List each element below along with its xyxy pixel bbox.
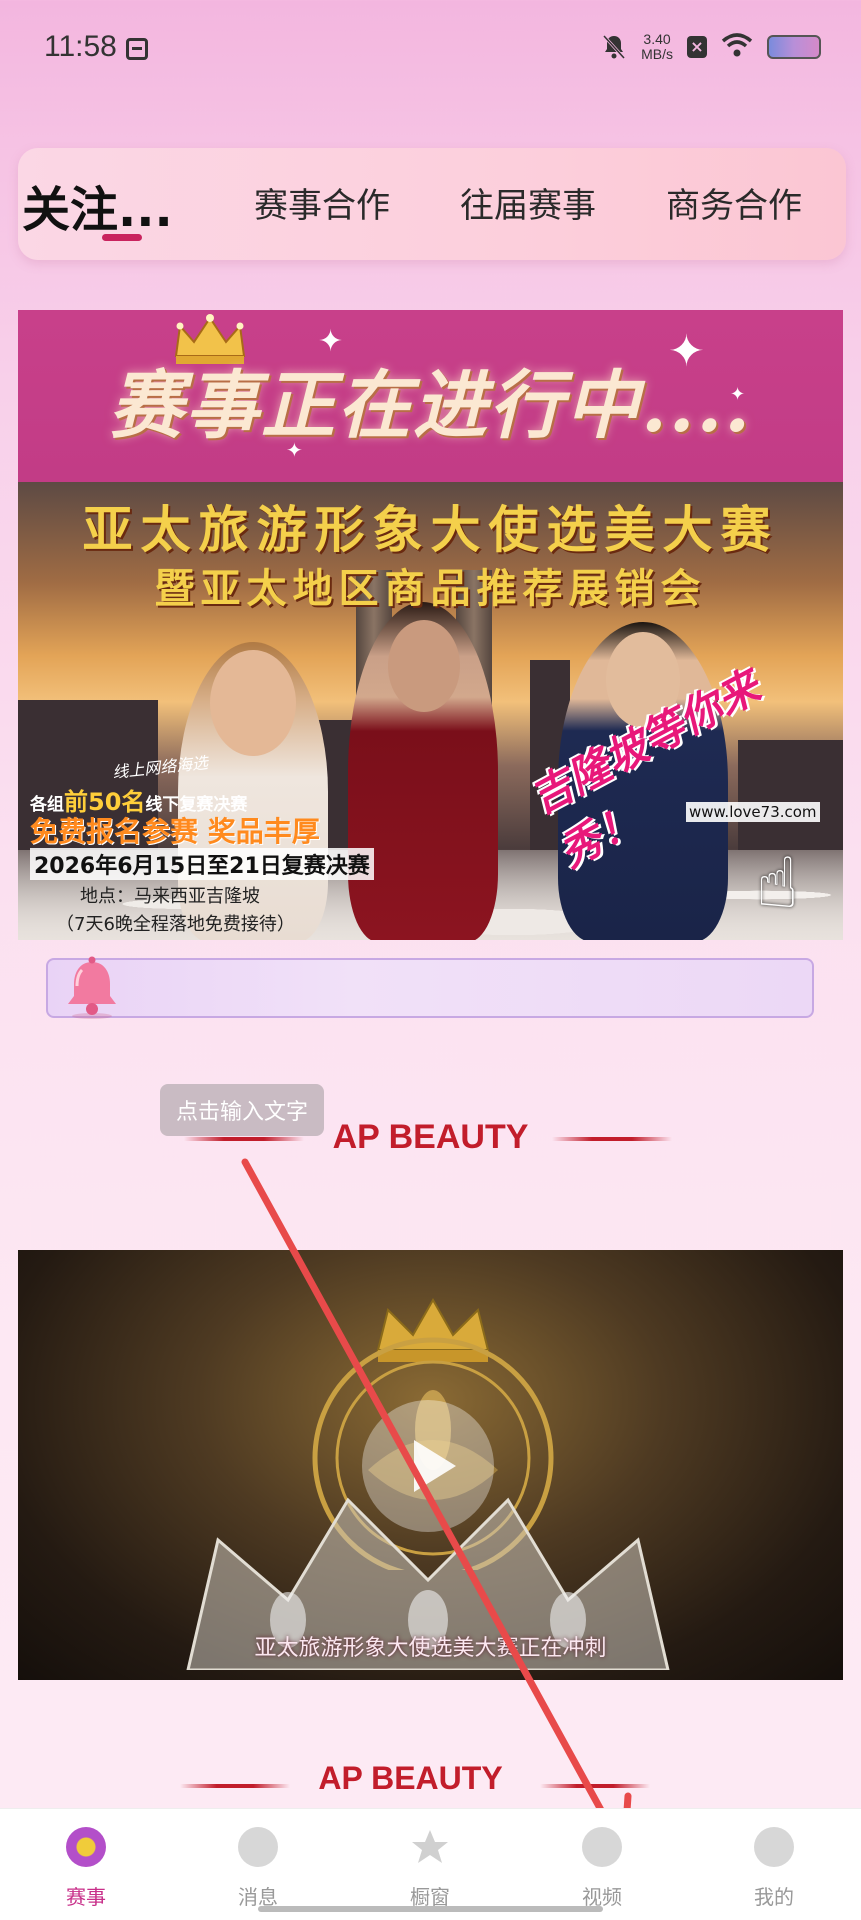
bottom-nav: 赛事 消息 橱窗 视频 我的 <box>0 1808 861 1920</box>
model-center-face <box>388 620 460 712</box>
battery-icon <box>767 35 821 59</box>
banner-photo-title-2: 暨亚太地区商品推荐展销会 <box>154 565 707 612</box>
net-speed-value: 3.40 <box>643 31 671 47</box>
promo-location: 地点：马来西亚吉隆坡 <box>80 886 260 907</box>
nav-item-events[interactable]: 赛事 <box>0 1809 172 1920</box>
tab-follow[interactable]: 关注... <box>22 170 173 240</box>
video-caption: 亚太旅游形象大使选美大赛正在冲刺 <box>254 1636 607 1661</box>
nav-label-events: 赛事 <box>66 1885 106 1909</box>
notice-bar[interactable] <box>46 956 814 1019</box>
hand-pointer-icon: ☝ <box>756 842 799 924</box>
net-speed-unit: MB/s <box>641 46 673 62</box>
nav-item-showcase[interactable]: 橱窗 <box>344 1809 516 1920</box>
star-badge-icon <box>66 1827 106 1867</box>
section-heading-1: AP BEAUTY <box>332 1118 529 1156</box>
film-reel-icon <box>582 1827 622 1867</box>
nav-item-profile[interactable]: 我的 <box>688 1809 860 1920</box>
network-speed: 3.40 MB/s <box>641 32 673 62</box>
promo-free-signup: 免费报名参赛 奖品丰厚 <box>30 815 320 848</box>
promo-hosting: （7天6晚全程落地免费接待） <box>56 914 295 935</box>
tab-event-cooperation[interactable]: 赛事合作 <box>254 178 390 227</box>
input-hint-tooltip[interactable]: 点击输入文字 <box>160 1084 325 1136</box>
promo-dates: 2026年6月15日至21日复赛决赛 <box>30 848 374 880</box>
event-banner[interactable]: ✦ ✦ ✦ ✦ ✦ 赛事正在进行中.... 亚太旅游形象大使选美大赛 暨亚太地区… <box>18 310 843 940</box>
home-indicator[interactable] <box>258 1906 603 1912</box>
active-tab-indicator <box>102 234 142 241</box>
nav-item-video[interactable]: 视频 <box>516 1809 688 1920</box>
sim-card-icon <box>126 38 148 60</box>
wifi-icon <box>721 32 753 62</box>
banner-header: ✦ ✦ ✦ ✦ ✦ 赛事正在进行中.... <box>18 310 843 482</box>
bell-icon <box>68 956 116 1019</box>
tab-past-events[interactable]: 往届赛事 <box>460 178 596 227</box>
star-icon <box>410 1827 450 1867</box>
banner-title: 赛事正在进行中.... <box>108 363 753 449</box>
status-icons: 3.40 MB/s × <box>601 32 821 62</box>
banner-photo: 亚太旅游形象大使选美大赛 暨亚太地区商品推荐展销会 线上网络海选 各组前50名线… <box>18 482 843 940</box>
video-player[interactable]: 亚太旅游形象大使选美大赛正在冲刺 <box>18 1250 843 1680</box>
nav-item-messages[interactable]: 消息 <box>172 1809 344 1920</box>
smiley-face-icon <box>754 1827 794 1867</box>
tab-business-cooperation[interactable]: 商务合作 <box>666 178 802 227</box>
model-left-face <box>210 650 296 756</box>
bell-mute-icon <box>601 33 627 61</box>
status-time: 11:58 <box>44 30 117 63</box>
no-sim-icon: × <box>687 36 707 58</box>
category-tab-bar: 关注... 赛事合作 往届赛事 商务合作 <box>18 148 846 260</box>
status-bar: 11:58 3.40 MB/s × <box>0 0 861 100</box>
nav-label-profile: 我的 <box>754 1885 794 1909</box>
section-heading-2: AP BEAUTY <box>318 1760 503 1796</box>
banner-photo-title-1: 亚太旅游形象大使选美大赛 <box>82 500 779 559</box>
play-button-icon[interactable] <box>362 1400 494 1532</box>
chat-bubble-icon <box>238 1827 278 1867</box>
